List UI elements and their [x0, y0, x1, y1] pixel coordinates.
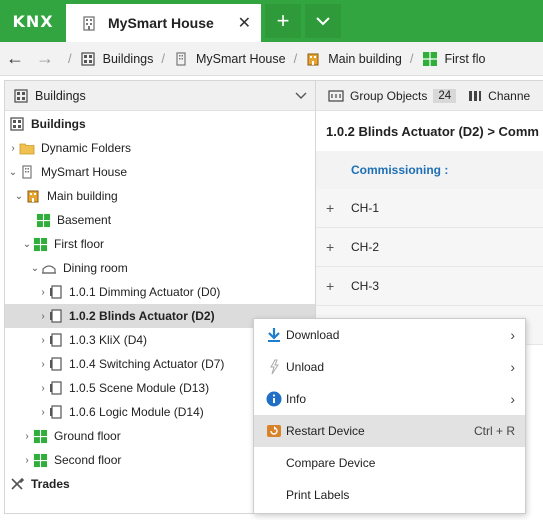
tree-item-buildings[interactable]: Buildings [5, 112, 315, 136]
breadcrumb-buildings[interactable]: Buildings [80, 51, 153, 67]
floor-icon [33, 453, 48, 467]
tab-group-objects[interactable]: Group Objects 24 [328, 88, 457, 103]
menu-item-download[interactable]: Download › [254, 319, 525, 351]
info-icon [266, 391, 282, 407]
menu-item-compare-device[interactable]: Compare Device [254, 447, 525, 479]
knx-logo: KNX [12, 11, 54, 31]
chevron-right-icon: › [510, 359, 515, 375]
buildings-icon [14, 88, 28, 103]
channel-row-ch3[interactable]: + CH-3 [316, 267, 543, 306]
chevron-right-icon[interactable]: › [37, 287, 49, 298]
building-icon [176, 51, 186, 66]
floor-icon [33, 429, 48, 443]
tools-icon [11, 477, 25, 490]
count-badge: 24 [433, 88, 457, 103]
chevron-right-icon[interactable]: › [21, 455, 33, 466]
chevron-right-icon[interactable]: › [21, 431, 33, 442]
chevron-down-icon[interactable]: ⌄ [13, 191, 25, 202]
forward-button[interactable]: → [30, 48, 60, 69]
channel-row-ch2[interactable]: + CH-2 [316, 228, 543, 267]
channels-icon [469, 90, 482, 101]
buildings-icon [10, 117, 24, 131]
expand-icon[interactable]: + [326, 200, 351, 216]
folder-icon [19, 143, 35, 155]
shortcut-label: Ctrl + R [473, 424, 515, 438]
panel-title: Buildings [35, 88, 86, 103]
device-title: 1.0.2 Blinds Actuator (D2) > Comm [326, 123, 539, 139]
chevron-right-icon[interactable]: › [37, 311, 49, 322]
breadcrumb-separator: / [68, 51, 72, 66]
breadcrumb: ← → / Buildings / MySmart House / Main b… [0, 42, 543, 76]
close-icon[interactable]: ✕ [238, 13, 251, 33]
chevron-down-icon[interactable] [305, 4, 341, 38]
tree-item-first-floor[interactable]: ⌄ First floor [5, 232, 315, 256]
chevron-right-icon[interactable]: › [37, 383, 49, 394]
device-icon [50, 381, 62, 395]
chevron-right-icon[interactable]: › [7, 143, 19, 154]
breadcrumb-first-floor[interactable]: First flo [422, 51, 486, 67]
chevron-right-icon: › [510, 391, 515, 407]
main-building-icon [27, 190, 39, 203]
tree-item-dining-room[interactable]: ⌄ Dining room [5, 256, 315, 280]
chevron-right-icon[interactable]: › [37, 359, 49, 370]
room-icon [42, 265, 56, 274]
chevron-down-icon[interactable]: ⌄ [21, 239, 33, 250]
unload-icon [270, 359, 279, 375]
title-bar: KNX MySmart House ✕ + [0, 0, 543, 42]
menu-item-unload[interactable]: Unload › [254, 351, 525, 383]
panel-header[interactable]: Buildings [5, 81, 315, 111]
device-icon [50, 333, 62, 347]
channel-row-ch1[interactable]: + CH-1 [316, 189, 543, 228]
chevron-right-icon[interactable]: › [37, 407, 49, 418]
tab-title: MySmart House [108, 15, 214, 31]
device-icon [50, 309, 62, 323]
building-icon [22, 165, 32, 179]
context-menu: Download › Unload › Info › Restart Devic… [253, 318, 526, 514]
download-icon [268, 328, 280, 342]
tab-channels[interactable]: Channe [468, 89, 530, 103]
floor-icon [422, 51, 437, 66]
building-icon [83, 16, 95, 31]
chevron-right-icon[interactable]: › [37, 335, 49, 346]
buildings-icon [80, 51, 95, 66]
add-tab-button[interactable]: + [265, 4, 301, 38]
tree-item-dynamic-folders[interactable]: › Dynamic Folders [5, 136, 315, 160]
tree-item-mysmart-house[interactable]: ⌄ MySmart House [5, 160, 315, 184]
detail-tabs: Group Objects 24 Channe [316, 81, 543, 111]
floor-icon [36, 213, 51, 227]
breadcrumb-main-building[interactable]: Main building [305, 51, 402, 67]
tab-mysmart-house[interactable]: MySmart House ✕ [66, 4, 261, 42]
expand-icon[interactable]: + [326, 239, 351, 255]
chevron-down-icon[interactable]: ⌄ [29, 263, 41, 274]
tree-item-device-1-0-1[interactable]: › 1.0.1 Dimming Actuator (D0) [5, 280, 315, 304]
menu-item-restart-device[interactable]: Restart Device Ctrl + R [254, 415, 525, 447]
expand-icon[interactable]: + [326, 278, 351, 294]
back-button[interactable]: ← [0, 48, 30, 69]
breadcrumb-mysmart-house[interactable]: MySmart House [173, 51, 286, 67]
chevron-right-icon: › [510, 327, 515, 343]
commissioning-header[interactable]: Commissioning : [316, 151, 543, 189]
device-icon [50, 285, 62, 299]
restart-icon [267, 425, 281, 437]
device-icon [50, 357, 62, 371]
chevron-down-icon[interactable]: ⌄ [7, 167, 19, 178]
group-objects-icon [328, 89, 344, 102]
chevron-down-icon[interactable] [295, 92, 307, 100]
tree-item-main-building[interactable]: ⌄ Main building [5, 184, 315, 208]
floor-icon [33, 237, 48, 251]
menu-item-info[interactable]: Info › [254, 383, 525, 415]
main-building-icon [307, 53, 319, 65]
menu-item-print-labels[interactable]: Print Labels [254, 479, 525, 511]
device-icon [50, 405, 62, 419]
tree-item-basement[interactable]: Basement [5, 208, 315, 232]
